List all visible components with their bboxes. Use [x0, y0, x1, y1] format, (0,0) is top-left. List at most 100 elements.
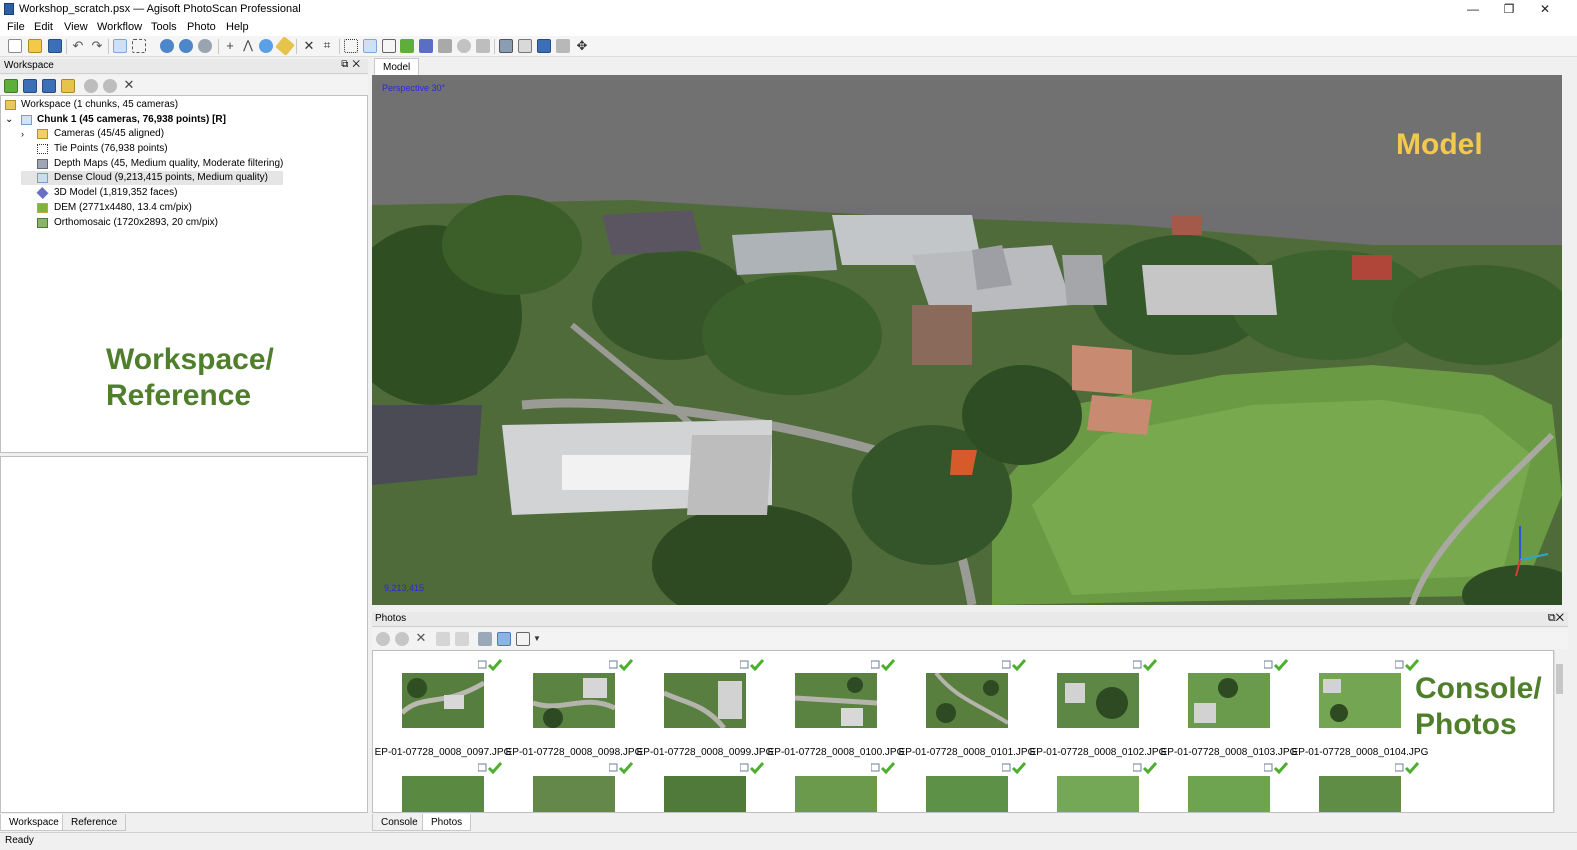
tab-photos[interactable]: Photos	[422, 814, 472, 831]
textured-model-icon[interactable]	[438, 39, 452, 53]
model-tabbar: Model	[372, 58, 1568, 75]
add-chunk-icon[interactable]	[4, 79, 18, 93]
menu-file[interactable]: File	[7, 21, 25, 33]
show-shapes-icon[interactable]	[518, 39, 532, 53]
menu-view[interactable]: View	[64, 21, 88, 33]
photos-callout-line1: Console/	[1415, 672, 1542, 705]
view-mode-icon[interactable]	[516, 632, 530, 646]
aligned-check-icon	[739, 659, 765, 672]
enable-camera-icon[interactable]	[376, 632, 390, 646]
rotate-object-icon[interactable]	[160, 39, 174, 53]
photo-thumbnail[interactable]	[766, 762, 896, 812]
photo-thumbnail[interactable]: EP-01-07728_0008_0103.JPG	[1159, 659, 1297, 759]
tiled-model-icon[interactable]	[457, 39, 471, 53]
model-icon	[36, 187, 49, 199]
photo-image	[533, 776, 615, 812]
point-cloud-icon[interactable]	[344, 39, 358, 53]
shape-icon[interactable]	[259, 39, 273, 53]
tree-item-dense-cloud[interactable]: Dense Cloud (9,213,415 points, Medium qu…	[21, 171, 283, 185]
aligned-check-icon	[1001, 659, 1027, 672]
photo-thumbnail[interactable]: EP-01-07728_0008_0099.JPG	[635, 659, 773, 759]
photos-scrollbar[interactable]	[1554, 650, 1564, 813]
menu-workflow[interactable]: Workflow	[97, 21, 142, 33]
remove-camera-icon[interactable]: ✕	[414, 631, 428, 645]
dem-view-icon[interactable]	[476, 39, 490, 53]
marker-icon[interactable]: +	[223, 39, 237, 53]
minimize-button[interactable]: —	[1456, 0, 1490, 19]
tab-model[interactable]: Model	[374, 58, 420, 75]
navigation-icon[interactable]	[113, 39, 127, 53]
redo-icon[interactable]: ↷	[90, 39, 104, 53]
disable-camera-icon[interactable]	[395, 632, 409, 646]
photo-thumbnail[interactable]	[1028, 762, 1158, 812]
menu-edit[interactable]: Edit	[34, 21, 53, 33]
chevron-down-icon[interactable]: ▼	[533, 634, 541, 643]
tab-reference[interactable]: Reference	[62, 814, 127, 831]
wireframe-icon[interactable]	[382, 39, 396, 53]
chevron-down-icon[interactable]: ⌄	[5, 113, 13, 127]
filter-by-selection-icon[interactable]	[497, 632, 511, 646]
add-folder-icon[interactable]	[42, 79, 56, 93]
shaded-model-icon[interactable]	[400, 39, 414, 53]
photo-thumbnail[interactable]	[504, 762, 634, 812]
panel-float-close-icons[interactable]: ⧉✕	[341, 59, 364, 70]
status-text: Ready	[5, 835, 34, 846]
show-markers-icon[interactable]	[537, 39, 551, 53]
rotate-left-icon[interactable]	[436, 632, 450, 646]
undo-icon[interactable]: ↶	[71, 39, 85, 53]
show-cameras-icon[interactable]	[499, 39, 513, 53]
crop-icon[interactable]: ⌗	[320, 39, 334, 53]
rotate-right-icon[interactable]	[455, 632, 469, 646]
menu-tools[interactable]: Tools	[151, 21, 177, 33]
close-button[interactable]: ✕	[1528, 0, 1562, 19]
scale-object-icon[interactable]	[198, 39, 212, 53]
solid-model-icon[interactable]	[419, 39, 433, 53]
tie-points-icon	[37, 144, 48, 154]
enable-icon[interactable]	[84, 79, 98, 93]
photo-filename: EP-01-07728_0008_0098.JPG	[505, 747, 643, 758]
photo-thumbnail[interactable]: EP-01-07728_0008_0101.JPG	[897, 659, 1035, 759]
open-folder-icon[interactable]	[28, 39, 42, 53]
workspace-icon	[5, 100, 16, 110]
toolbar-divider	[218, 39, 219, 54]
reset-filter-icon[interactable]	[478, 632, 492, 646]
model-viewport[interactable]: Perspective 30° Model 9,213,415	[372, 75, 1562, 605]
reset-view-icon[interactable]: ✥	[575, 39, 589, 53]
show-region-icon[interactable]	[556, 39, 570, 53]
tree-item-label: Tie Points (76,938 points)	[54, 143, 168, 154]
photo-thumbnail[interactable]: EP-01-07728_0008_0097.JPG	[373, 659, 511, 759]
rectangle-selection-icon[interactable]	[132, 39, 146, 53]
aligned-check-icon	[608, 762, 634, 775]
scrollbar-thumb[interactable]	[1556, 664, 1563, 694]
photo-filename: EP-01-07728_0008_0097.JPG	[374, 747, 512, 758]
add-photos-icon[interactable]	[23, 79, 37, 93]
photo-thumbnail[interactable]: EP-01-07728_0008_0102.JPG	[1028, 659, 1166, 759]
photo-thumbnail[interactable]: EP-01-07728_0008_0098.JPG	[504, 659, 642, 759]
delete-selection-icon[interactable]: ✕	[302, 39, 316, 53]
tab-console[interactable]: Console	[372, 814, 427, 831]
restore-button[interactable]: ❐	[1492, 0, 1526, 19]
model-scrollbar[interactable]	[1562, 58, 1568, 608]
aligned-check-icon	[1263, 659, 1289, 672]
menu-photo[interactable]: Photo	[187, 21, 216, 33]
photo-thumbnail[interactable]: EP-01-07728_0008_0100.JPG	[766, 659, 904, 759]
disable-icon[interactable]	[103, 79, 117, 93]
save-icon[interactable]	[48, 39, 62, 53]
tab-workspace[interactable]: Workspace	[0, 814, 68, 831]
new-file-icon[interactable]	[8, 39, 22, 53]
move-object-icon[interactable]	[179, 39, 193, 53]
draw-polyline-icon[interactable]	[275, 36, 295, 56]
ruler-icon[interactable]: ⋀	[241, 39, 255, 53]
photo-thumbnail[interactable]	[1290, 762, 1420, 812]
panel-float-close-icons[interactable]: ⧉✕	[1548, 612, 1564, 625]
chevron-right-icon[interactable]: ›	[21, 127, 24, 141]
dense-cloud-view-icon[interactable]	[363, 39, 377, 53]
photo-thumbnail[interactable]	[897, 762, 1027, 812]
remove-icon[interactable]: ✕	[122, 78, 136, 92]
photo-thumbnail[interactable]	[1159, 762, 1289, 812]
import-icon[interactable]	[61, 79, 75, 93]
photo-thumbnail[interactable]: EP-01-07728_0008_0104.JPG	[1290, 659, 1428, 759]
menu-help[interactable]: Help	[226, 21, 249, 33]
photo-thumbnail[interactable]	[373, 762, 503, 812]
photo-thumbnail[interactable]	[635, 762, 765, 812]
